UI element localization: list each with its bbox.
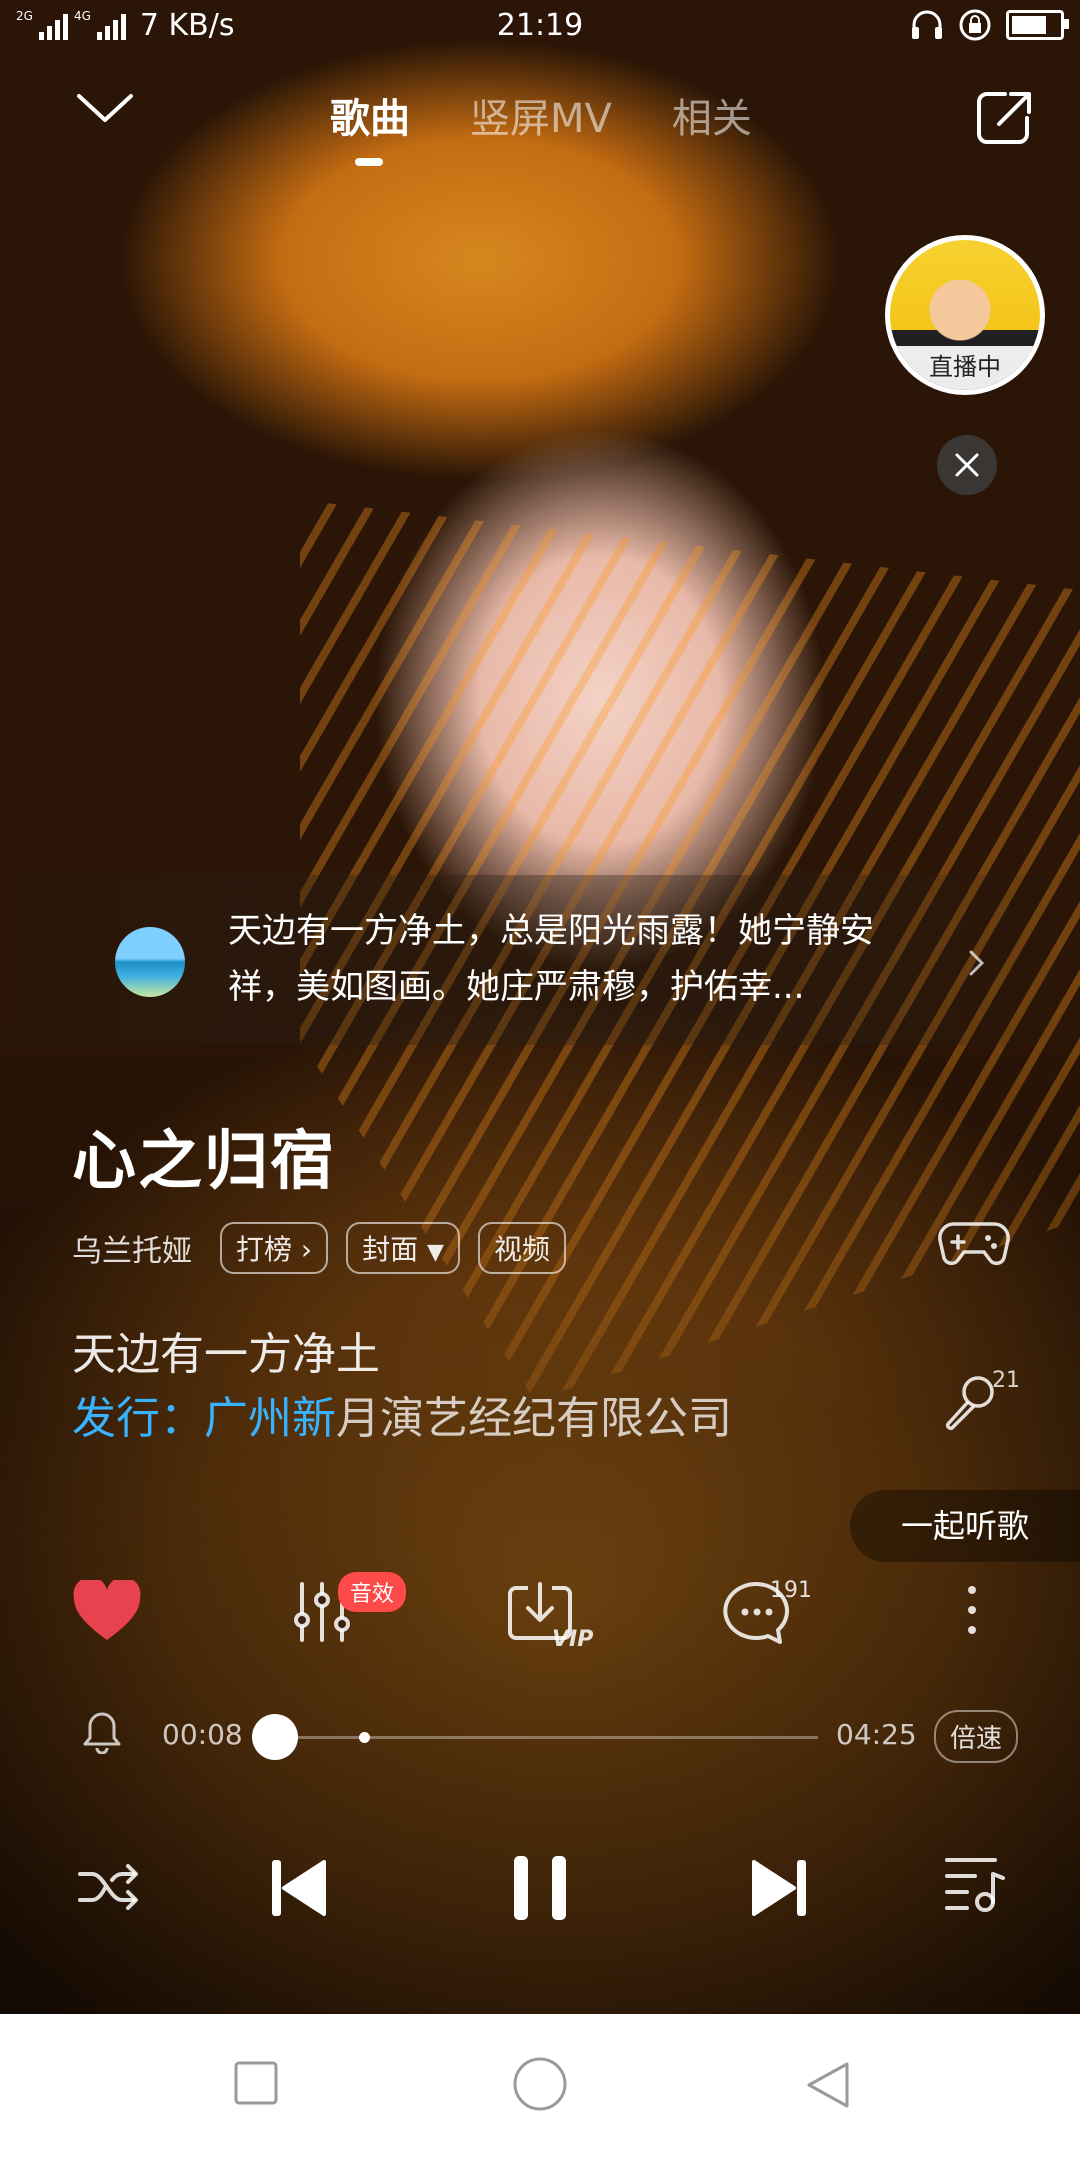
pause-icon[interactable] <box>512 1854 568 1922</box>
gamepad-icon[interactable] <box>938 1218 1010 1268</box>
commenter-avatar <box>115 927 185 997</box>
shuffle-icon[interactable] <box>78 1862 140 1912</box>
close-icon <box>955 453 979 477</box>
song-title: 心之归宿 <box>72 1125 336 1199</box>
player-controls <box>0 1840 1080 1960</box>
lyric-current-line: 天边有一方净土 <box>72 1329 380 1380</box>
tab-song[interactable]: 歌曲 <box>330 86 410 144</box>
karaoke-count: 21 <box>992 1368 1020 1393</box>
playback-speed-button[interactable]: 倍速 <box>934 1710 1019 1763</box>
progress-track[interactable] <box>252 1714 818 1760</box>
playlist-icon[interactable] <box>945 1856 1007 1912</box>
live-stream-bubble[interactable]: 直播中 <box>885 235 1045 395</box>
lyric-rest: 月演艺经纪有限公司 <box>336 1393 732 1444</box>
more-icon[interactable] <box>964 1580 980 1640</box>
status-right <box>910 8 1069 42</box>
recent-apps-icon[interactable] <box>233 2060 279 2106</box>
hot-comment-banner[interactable]: 天边有一方净土，总是阳光雨露！她宁静安祥，美如图画。她庄严肃穆，护佑幸... <box>0 875 1080 1045</box>
system-nav-bar <box>0 2014 1080 2160</box>
chevron-right-icon: › <box>300 1233 313 1266</box>
chevron-right-icon <box>969 950 985 976</box>
bell-icon[interactable] <box>82 1710 122 1754</box>
total-time: 04:25 <box>836 1718 917 1751</box>
live-stream-avatar: 直播中 <box>890 240 1040 390</box>
svg-text:VIP: VIP <box>552 1627 593 1650</box>
tab-related[interactable]: 相关 <box>672 86 752 144</box>
progress-row: 00:08 04:25 倍速 <box>0 1700 1080 1770</box>
share-icon[interactable] <box>975 88 1033 146</box>
rotation-lock-icon <box>959 9 991 41</box>
top-nav: 歌曲 竖屏MV 相关 <box>0 70 1080 170</box>
caret-down-icon: ▼ <box>427 1240 444 1265</box>
action-row: VIP <box>0 1570 1080 1680</box>
comment-count: 191 <box>770 1578 812 1603</box>
previous-icon[interactable] <box>270 1858 326 1918</box>
listen-together-button[interactable]: 一起听歌 <box>850 1490 1080 1562</box>
heart-icon[interactable] <box>72 1580 142 1642</box>
artist-name[interactable]: 乌兰托娅 <box>72 1226 192 1270</box>
battery-icon <box>1006 10 1069 40</box>
battery-level <box>1012 16 1046 34</box>
active-tab-indicator <box>355 158 383 166</box>
cover-chip-label: 封面 <box>362 1233 419 1266</box>
tab-bar: 歌曲 竖屏MV 相关 <box>330 86 752 144</box>
next-icon[interactable] <box>752 1858 808 1918</box>
home-icon[interactable] <box>512 2056 568 2112</box>
status-bar: 2G 4G 7 KB/s 21:19 <box>0 0 1080 56</box>
hot-comment-text: 天边有一方净土，总是阳光雨露！她宁静安祥，美如图画。她庄严肃穆，护佑幸... <box>228 911 874 1007</box>
effect-badge: 音效 <box>338 1572 407 1612</box>
tab-vertical-mv[interactable]: 竖屏MV <box>470 86 612 144</box>
rank-chip[interactable]: 打榜 › <box>220 1222 329 1274</box>
video-chip[interactable]: 视频 <box>477 1222 566 1274</box>
lyric-highlight: 发行：广州新 <box>72 1393 336 1444</box>
microphone-icon[interactable] <box>940 1372 1000 1432</box>
back-icon[interactable] <box>805 2060 851 2110</box>
live-close-button[interactable] <box>937 435 997 495</box>
current-time: 00:08 <box>162 1718 243 1751</box>
progress-knob[interactable] <box>252 1714 298 1760</box>
song-meta: 乌兰托娅 打榜 › 封面 ▼ 视频 <box>72 1222 566 1274</box>
headphones-icon <box>912 10 942 39</box>
video-chip-label: 视频 <box>493 1233 550 1266</box>
chevron-down-icon[interactable] <box>75 90 135 126</box>
download-vip-icon[interactable]: VIP <box>508 1580 598 1650</box>
cover-chip[interactable]: 封面 ▼ <box>346 1222 460 1274</box>
live-stream-label: 直播中 <box>890 346 1040 390</box>
buffer-marker <box>359 1732 370 1743</box>
rank-chip-label: 打榜 <box>236 1233 293 1266</box>
lyric-next-line: 发行：广州新月演艺经纪有限公司 <box>72 1382 732 1446</box>
